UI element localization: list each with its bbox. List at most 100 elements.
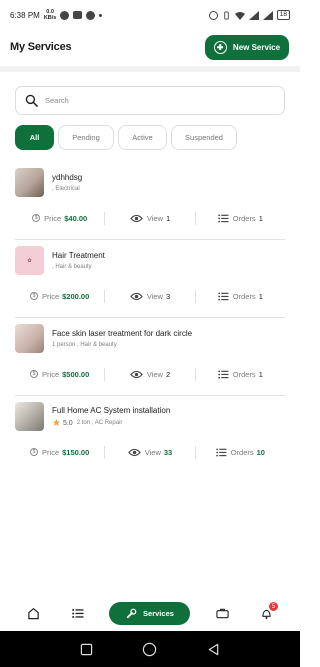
- service-card[interactable]: Face skin laser treatment for dark circl…: [15, 318, 285, 396]
- tab-all[interactable]: All: [15, 125, 54, 150]
- wifi-icon: [234, 11, 245, 20]
- tab-active[interactable]: Active: [118, 125, 167, 150]
- service-name: ydhhdsg: [52, 173, 83, 182]
- orders-label: Orders: [232, 291, 256, 301]
- price-value: $500.00: [62, 369, 90, 379]
- status-bar: 6:38 PM 0.0 KB/s 18: [0, 0, 300, 30]
- list-icon: [218, 291, 229, 301]
- service-name: Full Home AC System installation: [52, 405, 171, 415]
- nav-orders[interactable]: [66, 601, 90, 625]
- search-input[interactable]: [45, 96, 245, 105]
- vibrate-icon: [224, 10, 229, 20]
- tab-suspended[interactable]: Suspended: [171, 125, 237, 150]
- alarm-icon: [208, 10, 218, 20]
- service-meta: ★ 5.0 2 ton , AC Repair: [52, 418, 170, 428]
- price-label: Price: [42, 291, 60, 301]
- service-stats: $ Price $500.00 View 2 Orders 1: [15, 360, 285, 388]
- recent-apps-icon[interactable]: [80, 643, 93, 656]
- wrench-icon: [126, 608, 137, 618]
- list-icon: [215, 447, 227, 457]
- nav-home[interactable]: [22, 601, 46, 625]
- system-nav-bar: [0, 631, 300, 667]
- new-service-label: New Service: [232, 42, 281, 52]
- plus-circle-icon: [213, 40, 227, 54]
- service-meta: 1 person , Hair & beauty: [52, 342, 117, 348]
- price-stat: $ Price $200.00: [15, 292, 104, 301]
- new-service-button[interactable]: New Service: [205, 34, 289, 60]
- home-button-icon[interactable]: [142, 642, 157, 657]
- orders-label: Orders: [230, 447, 254, 457]
- nav-services[interactable]: Services: [109, 601, 191, 625]
- price-value: $150.00: [62, 447, 90, 457]
- view-count: 1: [165, 213, 171, 223]
- service-thumbnail: [15, 324, 44, 353]
- view-label: View: [146, 369, 163, 379]
- eye-icon: [130, 292, 143, 300]
- orders-count: 1: [258, 369, 263, 379]
- gallery-icon: [73, 11, 83, 19]
- orders-stat[interactable]: Orders 10: [196, 448, 285, 457]
- service-card[interactable]: ydhhdsg , Electrical $ Price $40.00 View…: [15, 162, 285, 240]
- service-stats: $ Price $200.00 View 3 Orders 1: [15, 282, 285, 310]
- battery-indicator: 18: [276, 10, 290, 20]
- list-icon: [218, 369, 229, 379]
- orders-stat[interactable]: Orders 1: [196, 292, 285, 301]
- eye-icon: [127, 448, 141, 456]
- view-stat[interactable]: View 1: [105, 214, 194, 223]
- status-tabs: All Pending Active Suspended: [15, 125, 285, 150]
- service-meta-text: 2 ton , AC Repair: [76, 420, 123, 426]
- price-label: Price: [44, 213, 62, 223]
- search-box[interactable]: [15, 86, 285, 115]
- orders-count: 1: [258, 213, 263, 223]
- view-label: View: [144, 447, 161, 457]
- tab-pending[interactable]: Pending: [58, 125, 114, 150]
- service-card[interactable]: ✿ Hair Treatment , Hair & beauty $ Price…: [15, 240, 285, 318]
- signal-2-icon: [262, 10, 273, 20]
- service-stats: $ Price $150.00 View 33 Orders 10: [15, 438, 285, 466]
- more-notifications-icon: [99, 13, 103, 17]
- view-count: 3: [165, 291, 171, 301]
- list-icon: [71, 608, 84, 618]
- page-header: My Services New Service: [0, 30, 300, 64]
- orders-count: 10: [256, 447, 265, 457]
- page-title: My Services: [10, 41, 72, 53]
- dollar-icon: $: [30, 292, 39, 300]
- messenger-icon: [86, 10, 96, 20]
- view-label: View: [146, 291, 163, 301]
- service-thumbnail: [15, 402, 44, 431]
- view-count: 2: [165, 369, 171, 379]
- price-label: Price: [42, 369, 60, 379]
- dollar-icon: $: [30, 448, 39, 456]
- service-stats: $ Price $40.00 View 1 Orders 1: [15, 204, 285, 232]
- price-value: $40.00: [64, 213, 88, 223]
- orders-label: Orders: [232, 369, 256, 379]
- rating-value: 5.0: [62, 419, 73, 427]
- orders-label: Orders: [232, 213, 256, 223]
- search-icon: [25, 94, 38, 107]
- service-meta: , Hair & beauty: [52, 264, 92, 270]
- net-speed: 0.0 KB/s: [43, 9, 57, 21]
- price-value: $200.00: [62, 291, 90, 301]
- orders-stat[interactable]: Orders 1: [196, 214, 285, 223]
- dollar-icon: $: [30, 370, 39, 378]
- briefcase-icon: [216, 608, 229, 619]
- bottom-nav: Services 5: [0, 597, 300, 629]
- nav-notifications[interactable]: 5: [254, 601, 279, 625]
- notification-badge: 5: [269, 602, 279, 611]
- status-time: 6:38 PM: [10, 10, 40, 20]
- service-card[interactable]: Full Home AC System installation ★ 5.0 2…: [15, 396, 285, 474]
- back-icon[interactable]: [207, 643, 220, 656]
- service-thumbnail: ✿: [15, 246, 44, 275]
- view-stat[interactable]: View 33: [105, 448, 194, 457]
- service-meta: , Electrical: [52, 186, 80, 192]
- price-stat: $ Price $40.00: [15, 214, 104, 223]
- header-divider: [0, 66, 300, 72]
- nav-bag[interactable]: [210, 601, 234, 625]
- view-stat[interactable]: View 3: [105, 292, 194, 301]
- service-thumbnail: [15, 168, 44, 197]
- service-list: ydhhdsg , Electrical $ Price $40.00 View…: [0, 162, 300, 474]
- view-stat[interactable]: View 2: [105, 370, 194, 379]
- list-icon: [218, 213, 229, 223]
- price-stat: $ Price $500.00: [15, 370, 104, 379]
- orders-stat[interactable]: Orders 1: [196, 370, 285, 379]
